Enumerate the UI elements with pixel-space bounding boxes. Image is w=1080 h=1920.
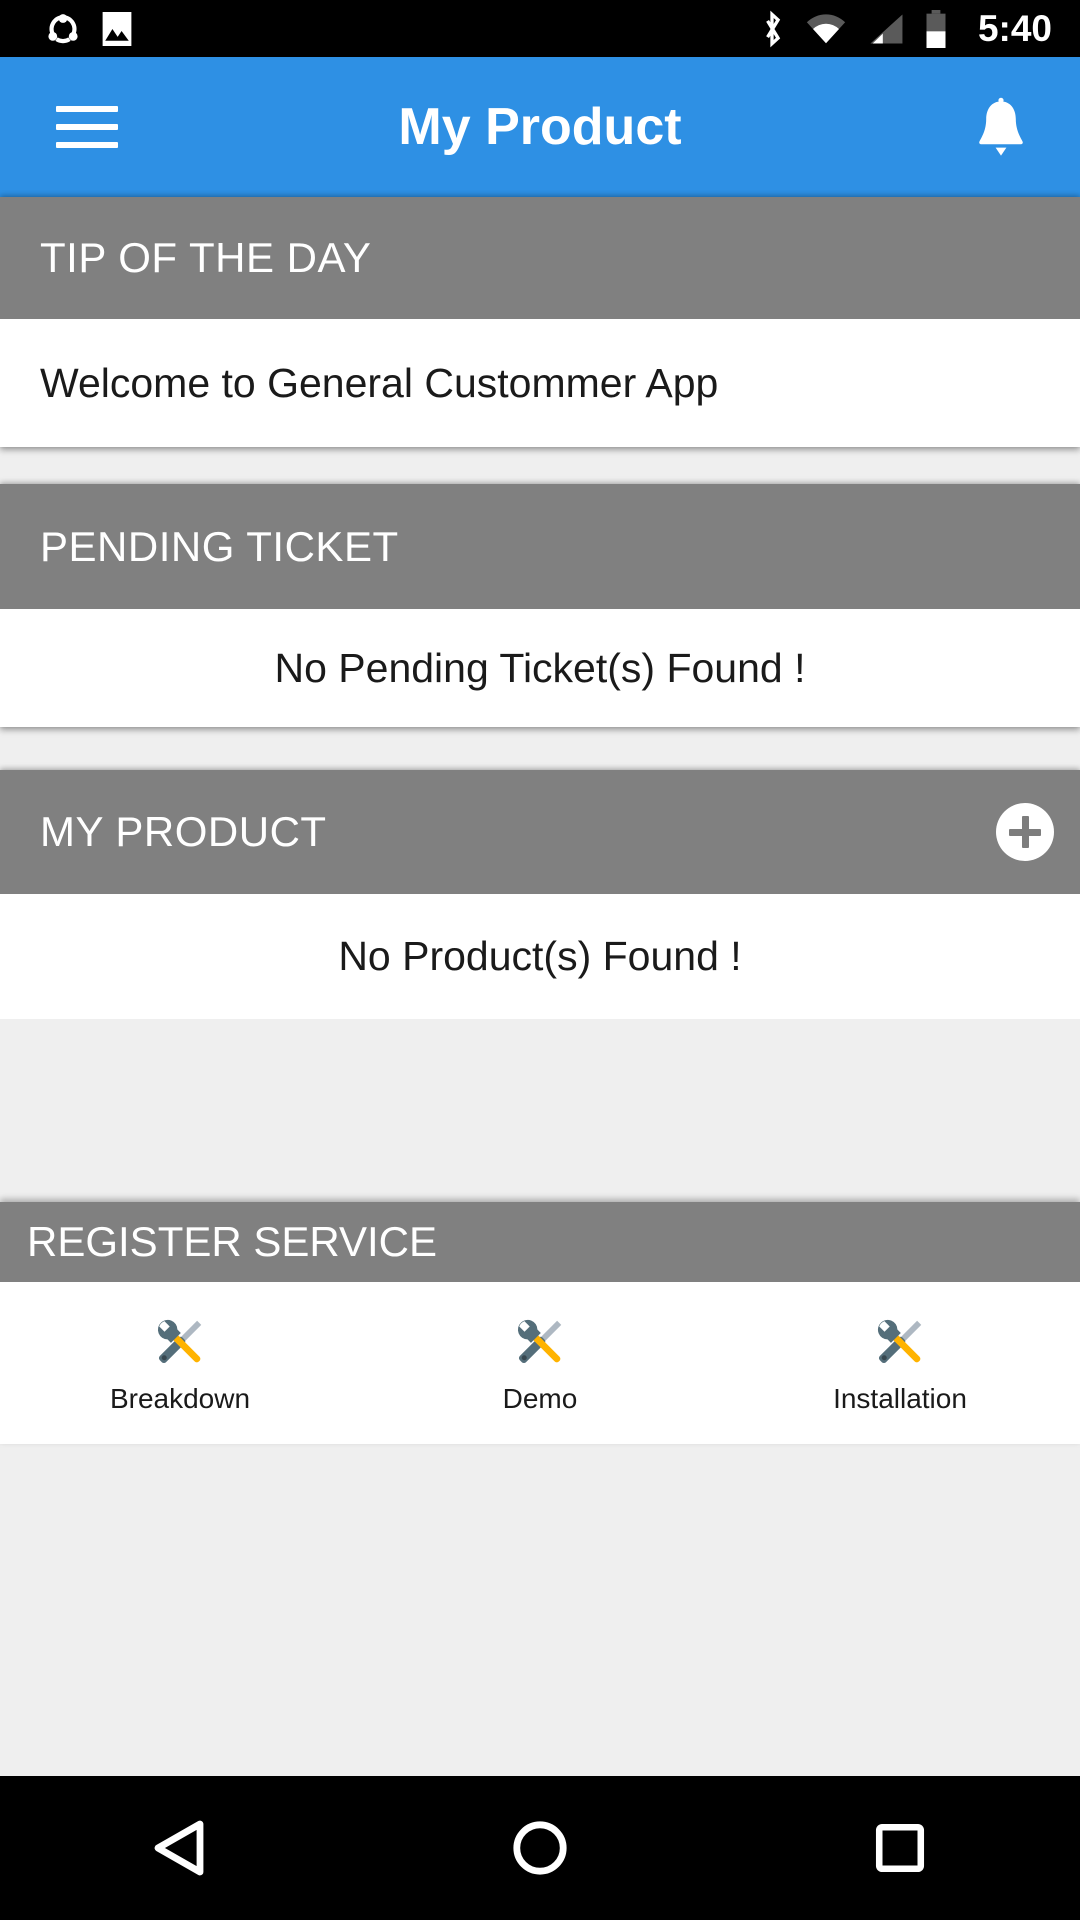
my-product-title: MY PRODUCT	[40, 808, 327, 855]
nav-recents-button[interactable]	[825, 1776, 975, 1920]
bluetooth-icon	[766, 10, 781, 47]
pending-ticket-title: PENDING TICKET	[40, 522, 399, 570]
content-gap	[0, 1019, 1080, 1202]
tip-of-the-day-card: TIP OF THE DAY Welcome to General Custom…	[0, 197, 1080, 447]
back-triangle-icon	[154, 1820, 204, 1876]
add-product-button[interactable]	[996, 803, 1054, 861]
status-bar-clock: 5:40	[977, 8, 1052, 49]
nav-home-button[interactable]	[465, 1776, 615, 1920]
tools-icon	[877, 1319, 922, 1364]
service-option-label: Demo	[502, 1383, 578, 1414]
service-option-breakdown[interactable]: Breakdown	[0, 1311, 360, 1415]
status-bar-notification-icons	[0, 11, 132, 46]
android-navigation-bar	[0, 1776, 1080, 1920]
tip-of-the-day-header: TIP OF THE DAY	[0, 197, 1080, 319]
tip-of-the-day-body: Welcome to General Custommer App	[0, 319, 1080, 447]
image-icon	[102, 11, 132, 46]
my-product-empty-text: No Product(s) Found !	[338, 933, 742, 979]
service-option-label: Installation	[833, 1383, 967, 1414]
plus-icon	[1021, 816, 1029, 848]
tools-icon	[517, 1319, 562, 1364]
register-service-options: Breakdown Demo Installation	[0, 1282, 1080, 1444]
wifi-icon	[806, 13, 846, 43]
bell-icon	[979, 97, 1023, 156]
home-circle-icon	[513, 1821, 567, 1875]
pending-ticket-header: PENDING TICKET	[0, 484, 1080, 609]
battery-icon	[926, 9, 946, 48]
phone-screen: 5:40 My Product TIP OF THE DAY Welcome t…	[0, 0, 1080, 1920]
pending-ticket-card: PENDING TICKET No Pending Ticket(s) Foun…	[0, 484, 1080, 727]
cell-signal-icon	[870, 13, 903, 44]
status-bar: 5:40	[0, 0, 1080, 57]
nav-back-button[interactable]	[105, 1776, 255, 1920]
app-bar: My Product	[0, 57, 1080, 197]
page-title: My Product	[398, 98, 682, 156]
service-option-installation[interactable]: Installation	[720, 1311, 1080, 1415]
tools-icon	[157, 1319, 202, 1364]
recents-square-icon	[875, 1823, 925, 1873]
service-option-demo[interactable]: Demo	[360, 1311, 720, 1415]
share-icon	[48, 13, 78, 43]
register-service-title: REGISTER SERVICE	[27, 1218, 437, 1265]
tip-of-the-day-title: TIP OF THE DAY	[40, 234, 372, 281]
pending-ticket-body: No Pending Ticket(s) Found !	[0, 609, 1080, 727]
service-option-label: Breakdown	[109, 1383, 251, 1414]
my-product-card: MY PRODUCT No Product(s) Found !	[0, 770, 1080, 1019]
tip-of-the-day-text: Welcome to General Custommer App	[40, 359, 719, 406]
pending-ticket-empty-text: No Pending Ticket(s) Found !	[274, 644, 806, 691]
register-service-card: REGISTER SERVICE Breakdown Demo Installa…	[0, 1202, 1080, 1444]
status-bar-system-icons: 5:40	[758, 0, 1080, 57]
register-service-header: REGISTER SERVICE	[0, 1202, 1080, 1282]
my-product-header: MY PRODUCT	[0, 770, 1080, 894]
my-product-body: No Product(s) Found !	[0, 894, 1080, 1019]
notifications-button[interactable]	[966, 92, 1036, 162]
